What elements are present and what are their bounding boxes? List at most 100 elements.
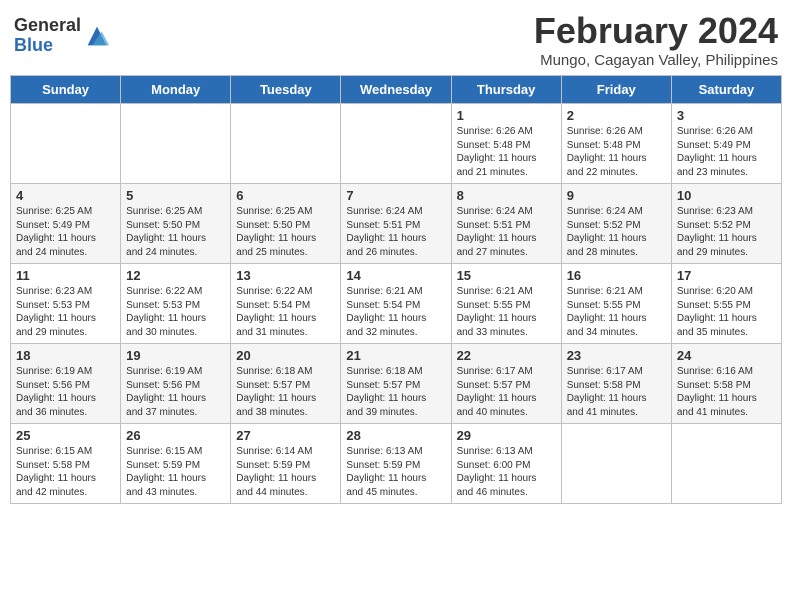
cell-info: Sunrise: 6:23 AM Sunset: 5:52 PM Dayligh…	[677, 205, 776, 259]
day-number: 11	[16, 268, 115, 283]
cell-info: Sunrise: 6:22 AM Sunset: 5:53 PM Dayligh…	[126, 285, 225, 339]
day-number: 23	[567, 348, 666, 363]
page-header: General Blue February 2024 Mungo, Cagaya…	[10, 10, 782, 69]
cell-info: Sunrise: 6:19 AM Sunset: 5:56 PM Dayligh…	[126, 365, 225, 419]
day-number: 2	[567, 108, 666, 123]
day-number: 26	[126, 428, 225, 443]
day-number: 21	[346, 348, 445, 363]
calendar-cell: 7 Sunrise: 6:24 AM Sunset: 5:51 PM Daylig…	[341, 184, 451, 264]
cell-info: Sunrise: 6:13 AM Sunset: 6:00 PM Dayligh…	[457, 445, 556, 499]
calendar-cell: 20Sunrise: 6:18 AM Sunset: 5:57 PM Dayli…	[231, 344, 341, 424]
day-number: 5	[126, 188, 225, 203]
calendar-cell	[671, 424, 781, 504]
calendar-cell: 28 Sunrise: 6:13 AM Sunset: 5:59 PM Dayli…	[341, 424, 451, 504]
title-block: February 2024 Mungo, Cagayan Valley, Phi…	[534, 10, 778, 69]
calendar-cell: 9Sunrise: 6:24 AM Sunset: 5:52 PM Daylig…	[561, 184, 671, 264]
cell-info: Sunrise: 6:21 AM Sunset: 5:55 PM Dayligh…	[567, 285, 666, 339]
calendar-cell: 17 Sunrise: 6:20 AM Sunset: 5:55 PM Dayli…	[671, 264, 781, 344]
cell-info: Sunrise: 6:26 AM Sunset: 5:48 PM Dayligh…	[567, 125, 666, 179]
column-header-monday: Monday	[121, 76, 231, 104]
day-number: 3	[677, 108, 776, 123]
cell-info: Sunrise: 6:23 AM Sunset: 5:53 PM Dayligh…	[16, 285, 115, 339]
calendar-cell: 21 Sunrise: 6:18 AM Sunset: 5:57 PM Dayli…	[341, 344, 451, 424]
calendar-cell	[121, 104, 231, 184]
day-number: 20	[236, 348, 335, 363]
column-header-saturday: Saturday	[671, 76, 781, 104]
calendar-week-row: 18 Sunrise: 6:19 AM Sunset: 5:56 PM Dayli…	[11, 344, 782, 424]
calendar-cell: 5 Sunrise: 6:25 AM Sunset: 5:50 PM Daylig…	[121, 184, 231, 264]
day-number: 25	[16, 428, 115, 443]
calendar-cell: 18 Sunrise: 6:19 AM Sunset: 5:56 PM Dayli…	[11, 344, 121, 424]
day-number: 10	[677, 188, 776, 203]
calendar-cell: 12 Sunrise: 6:22 AM Sunset: 5:53 PM Dayli…	[121, 264, 231, 344]
calendar-cell: 23Sunrise: 6:17 AM Sunset: 5:58 PM Dayli…	[561, 344, 671, 424]
calendar-cell	[561, 424, 671, 504]
day-number: 7	[346, 188, 445, 203]
calendar-cell: 14 Sunrise: 6:21 AM Sunset: 5:54 PM Dayli…	[341, 264, 451, 344]
calendar-cell: 25 Sunrise: 6:15 AM Sunset: 5:58 PM Dayli…	[11, 424, 121, 504]
cell-info: Sunrise: 6:25 AM Sunset: 5:50 PM Dayligh…	[236, 205, 335, 259]
calendar-cell: 22Sunrise: 6:17 AM Sunset: 5:57 PM Dayli…	[451, 344, 561, 424]
calendar-cell: 13Sunrise: 6:22 AM Sunset: 5:54 PM Dayli…	[231, 264, 341, 344]
cell-info: Sunrise: 6:18 AM Sunset: 5:57 PM Dayligh…	[346, 365, 445, 419]
day-number: 6	[236, 188, 335, 203]
cell-info: Sunrise: 6:22 AM Sunset: 5:54 PM Dayligh…	[236, 285, 335, 339]
calendar-week-row: 4Sunrise: 6:25 AM Sunset: 5:49 PM Daylig…	[11, 184, 782, 264]
cell-info: Sunrise: 6:20 AM Sunset: 5:55 PM Dayligh…	[677, 285, 776, 339]
day-number: 24	[677, 348, 776, 363]
calendar-cell: 27 Sunrise: 6:14 AM Sunset: 5:59 PM Dayli…	[231, 424, 341, 504]
column-header-friday: Friday	[561, 76, 671, 104]
day-number: 22	[457, 348, 556, 363]
month-year-title: February 2024	[534, 10, 778, 52]
calendar-cell: 1 Sunrise: 6:26 AM Sunset: 5:48 PM Daylig…	[451, 104, 561, 184]
cell-info: Sunrise: 6:26 AM Sunset: 5:49 PM Dayligh…	[677, 125, 776, 179]
cell-info: Sunrise: 6:13 AM Sunset: 5:59 PM Dayligh…	[346, 445, 445, 499]
calendar-cell	[231, 104, 341, 184]
cell-info: Sunrise: 6:14 AM Sunset: 5:59 PM Dayligh…	[236, 445, 335, 499]
day-number: 1	[457, 108, 556, 123]
calendar-cell: 3 Sunrise: 6:26 AM Sunset: 5:49 PM Daylig…	[671, 104, 781, 184]
cell-info: Sunrise: 6:24 AM Sunset: 5:51 PM Dayligh…	[457, 205, 556, 259]
day-number: 27	[236, 428, 335, 443]
calendar-cell: 2 Sunrise: 6:26 AM Sunset: 5:48 PM Daylig…	[561, 104, 671, 184]
calendar-cell: 6 Sunrise: 6:25 AM Sunset: 5:50 PM Daylig…	[231, 184, 341, 264]
day-number: 28	[346, 428, 445, 443]
day-number: 14	[346, 268, 445, 283]
calendar-cell: 19Sunrise: 6:19 AM Sunset: 5:56 PM Dayli…	[121, 344, 231, 424]
day-number: 12	[126, 268, 225, 283]
calendar-cell: 4Sunrise: 6:25 AM Sunset: 5:49 PM Daylig…	[11, 184, 121, 264]
calendar-cell: 10 Sunrise: 6:23 AM Sunset: 5:52 PM Dayli…	[671, 184, 781, 264]
day-number: 8	[457, 188, 556, 203]
cell-info: Sunrise: 6:19 AM Sunset: 5:56 PM Dayligh…	[16, 365, 115, 419]
column-header-sunday: Sunday	[11, 76, 121, 104]
logo-icon	[83, 22, 111, 50]
calendar-cell: 11 Sunrise: 6:23 AM Sunset: 5:53 PM Dayli…	[11, 264, 121, 344]
column-header-tuesday: Tuesday	[231, 76, 341, 104]
cell-info: Sunrise: 6:21 AM Sunset: 5:55 PM Dayligh…	[457, 285, 556, 339]
calendar-cell: 24 Sunrise: 6:16 AM Sunset: 5:58 PM Dayli…	[671, 344, 781, 424]
calendar-cell: 16 Sunrise: 6:21 AM Sunset: 5:55 PM Dayli…	[561, 264, 671, 344]
cell-info: Sunrise: 6:16 AM Sunset: 5:58 PM Dayligh…	[677, 365, 776, 419]
cell-info: Sunrise: 6:15 AM Sunset: 5:58 PM Dayligh…	[16, 445, 115, 499]
location-subtitle: Mungo, Cagayan Valley, Philippines	[534, 52, 778, 69]
day-number: 18	[16, 348, 115, 363]
calendar-week-row: 25 Sunrise: 6:15 AM Sunset: 5:58 PM Dayli…	[11, 424, 782, 504]
calendar-week-row: 1 Sunrise: 6:26 AM Sunset: 5:48 PM Daylig…	[11, 104, 782, 184]
calendar-week-row: 11 Sunrise: 6:23 AM Sunset: 5:53 PM Dayli…	[11, 264, 782, 344]
cell-info: Sunrise: 6:25 AM Sunset: 5:50 PM Dayligh…	[126, 205, 225, 259]
cell-info: Sunrise: 6:24 AM Sunset: 5:51 PM Dayligh…	[346, 205, 445, 259]
day-number: 17	[677, 268, 776, 283]
cell-info: Sunrise: 6:26 AM Sunset: 5:48 PM Dayligh…	[457, 125, 556, 179]
day-number: 16	[567, 268, 666, 283]
day-number: 15	[457, 268, 556, 283]
day-number: 29	[457, 428, 556, 443]
calendar-cell: 26Sunrise: 6:15 AM Sunset: 5:59 PM Dayli…	[121, 424, 231, 504]
calendar-table: SundayMondayTuesdayWednesdayThursdayFrid…	[10, 75, 782, 504]
cell-info: Sunrise: 6:21 AM Sunset: 5:54 PM Dayligh…	[346, 285, 445, 339]
day-number: 9	[567, 188, 666, 203]
calendar-cell: 15 Sunrise: 6:21 AM Sunset: 5:55 PM Dayli…	[451, 264, 561, 344]
calendar-cell	[11, 104, 121, 184]
calendar-cell: 8 Sunrise: 6:24 AM Sunset: 5:51 PM Daylig…	[451, 184, 561, 264]
logo-blue-text: Blue	[14, 36, 81, 56]
calendar-cell: 29 Sunrise: 6:13 AM Sunset: 6:00 PM Dayli…	[451, 424, 561, 504]
